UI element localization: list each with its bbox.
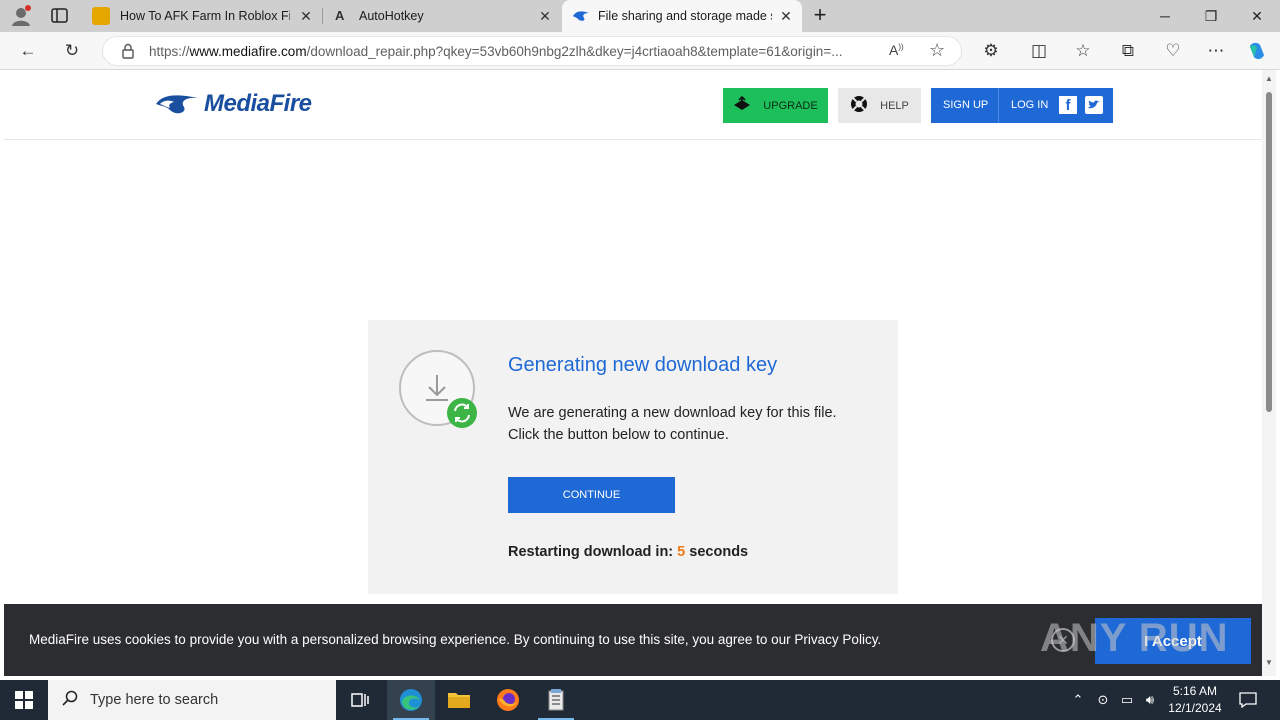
tab-roblox[interactable]: How To AFK Farm In Roblox Fisch ✕ — [84, 0, 322, 32]
profile-icon[interactable] — [10, 5, 32, 27]
close-window-icon[interactable]: ✕ — [1234, 0, 1280, 32]
cookie-text: MediaFire uses cookies to provide you wi… — [29, 632, 882, 647]
copilot-icon[interactable] — [1244, 38, 1270, 64]
upgrade-icon — [733, 95, 751, 115]
scroll-down-icon[interactable]: ▼ — [1265, 658, 1273, 667]
windows-logo-icon — [15, 691, 33, 709]
address-bar[interactable]: https://www.mediafire.com/download_repai… — [102, 36, 962, 66]
clock-time: 5:16 AM — [1172, 684, 1218, 698]
favorites-icon[interactable]: ☆ — [1070, 38, 1096, 64]
page-viewport: MediaFire UPGRADE HELP SIGN UP LOG IN f — [4, 70, 1262, 676]
windows-taskbar: Type here to search ⌃ ⊙ ▭ 🔊︎ 5:16 AM 12/… — [0, 680, 1280, 720]
twitter-icon[interactable] — [1085, 96, 1103, 114]
task-view-icon[interactable] — [336, 680, 384, 720]
taskbar-search[interactable]: Type here to search — [48, 680, 336, 720]
lock-icon[interactable] — [121, 43, 135, 59]
volume-icon[interactable]: 🔊︎ — [1141, 690, 1159, 710]
countdown-number: 5 — [677, 544, 686, 560]
refresh-icon[interactable]: ↻ — [59, 38, 85, 64]
firefox-icon[interactable] — [484, 680, 532, 720]
file-explorer-icon[interactable] — [435, 680, 483, 720]
download-key-card: Generating new download key We are gener… — [368, 320, 898, 594]
start-button[interactable] — [0, 680, 48, 720]
mediafire-favicon-icon — [572, 9, 590, 23]
url-text[interactable]: https://www.mediafire.com/download_repai… — [149, 44, 879, 59]
roblox-favicon-icon — [92, 7, 110, 25]
search-placeholder: Type here to search — [90, 692, 219, 708]
tab-autohotkey[interactable]: A AutoHotkey ✕ — [323, 0, 561, 32]
tab-actions-icon[interactable] — [50, 7, 70, 25]
extensions-icon[interactable]: ⚙ — [978, 38, 1004, 64]
notepad-icon[interactable] — [532, 680, 580, 720]
help-label: HELP — [880, 99, 909, 112]
card-title: Generating new download key — [508, 354, 778, 376]
notifications-icon[interactable] — [1238, 690, 1258, 710]
split-screen-icon[interactable]: ◫ — [1026, 38, 1052, 64]
help-button[interactable]: HELP — [838, 88, 921, 123]
url-scheme: https:// — [149, 44, 190, 59]
tab-title: How To AFK Farm In Roblox Fisch — [120, 9, 290, 23]
network-icon[interactable]: ▭ — [1118, 690, 1136, 710]
browser-tabstrip: How To AFK Farm In Roblox Fisch ✕ A Auto… — [0, 0, 1280, 32]
mediafire-logo[interactable]: MediaFire — [154, 88, 312, 120]
close-tab-icon[interactable]: ✕ — [537, 8, 553, 24]
minimize-icon[interactable]: ─ — [1142, 0, 1188, 32]
page-scrollbar[interactable]: ▲ ▼ — [1262, 70, 1276, 676]
read-aloud-icon[interactable]: A)) — [889, 42, 904, 58]
auth-button-group: SIGN UP LOG IN f — [931, 88, 1113, 123]
login-button[interactable]: LOG IN — [1011, 99, 1048, 111]
cookie-banner: MediaFire uses cookies to provide you wi… — [4, 604, 1262, 676]
url-host: www.mediafire.com — [189, 44, 307, 59]
url-path: /download_repair.php?qkey=53vb60h9nbg2zl… — [306, 44, 843, 59]
signup-button[interactable]: SIGN UP — [943, 99, 988, 111]
close-tab-icon[interactable]: ✕ — [298, 8, 314, 24]
restart-countdown: Restarting download in: 5 seconds — [508, 544, 748, 560]
browser-toolbar: ← ↻ https://www.mediafire.com/download_r… — [0, 32, 1280, 70]
restart-suffix: seconds — [689, 544, 749, 560]
taskbar-clock[interactable]: 5:16 AM 12/1/2024 — [1166, 683, 1224, 717]
mediafire-flame-icon — [156, 95, 198, 114]
scroll-thumb[interactable] — [1266, 92, 1272, 412]
description-line-2: Click the button below to continue. — [508, 427, 729, 443]
tab-title: AutoHotkey — [359, 9, 424, 23]
collections-icon[interactable]: ⧉ — [1115, 38, 1141, 64]
facebook-icon[interactable]: f — [1059, 96, 1077, 114]
tab-mediafire[interactable]: File sharing and storage made simple ✕ — [562, 0, 802, 32]
restore-icon[interactable]: ❐ — [1188, 0, 1234, 32]
new-tab-button[interactable]: + — [808, 4, 832, 28]
scroll-up-icon[interactable]: ▲ — [1265, 74, 1273, 83]
clock-date: 12/1/2024 — [1168, 701, 1222, 715]
autohotkey-favicon-icon: A — [335, 8, 345, 23]
back-icon[interactable]: ← — [15, 38, 41, 64]
more-menu-icon[interactable]: ⋯ — [1203, 38, 1229, 64]
search-icon — [62, 690, 78, 711]
card-description: We are generating a new download key for… — [508, 402, 868, 446]
continue-button[interactable]: CONTINUE — [508, 477, 675, 513]
site-header: MediaFire UPGRADE HELP SIGN UP LOG IN f — [4, 70, 1262, 140]
favorite-star-icon[interactable]: ☆ — [929, 40, 945, 61]
tab-title: File sharing and storage made simple — [598, 9, 772, 23]
lifebuoy-icon — [850, 95, 868, 116]
edge-taskbar-icon[interactable] — [387, 680, 435, 720]
restart-prefix: Restarting download in: — [508, 544, 674, 560]
upgrade-button[interactable]: UPGRADE — [723, 88, 828, 123]
upgrade-label: UPGRADE — [763, 99, 818, 112]
show-hidden-icons[interactable]: ⌃ — [1069, 690, 1087, 710]
download-refresh-icon — [399, 350, 479, 430]
meet-now-icon[interactable]: ⊙ — [1094, 690, 1112, 710]
logo-text: MediaFire — [204, 90, 312, 117]
close-tab-icon[interactable]: ✕ — [778, 8, 794, 24]
description-line-1: We are generating a new download key for… — [508, 405, 837, 421]
browser-essentials-icon[interactable]: ♡ — [1160, 38, 1186, 64]
anyrun-watermark: ANY RUN — [1040, 616, 1229, 660]
